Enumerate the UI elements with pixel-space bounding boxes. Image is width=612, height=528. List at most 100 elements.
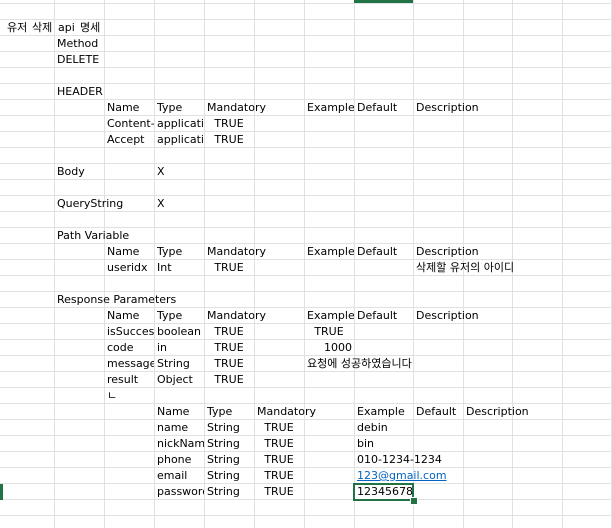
table-cell[interactable]: applicatio [157, 132, 204, 148]
method-value-cell[interactable]: DELETE [57, 52, 104, 68]
row-divider [0, 467, 612, 468]
fill-handle[interactable] [410, 497, 418, 505]
column-header-cell[interactable]: Default [357, 308, 407, 324]
column-header-cell[interactable]: Type [207, 404, 254, 420]
body-label-cell[interactable]: Body [57, 164, 104, 180]
table-cell[interactable]: TRUE [254, 420, 304, 436]
email-hyperlink[interactable]: 123@gmail.com [357, 468, 457, 484]
table-cell[interactable]: TRUE [254, 468, 304, 484]
table-cell[interactable]: 요청에 성공하였습니다 [307, 356, 457, 372]
column-header-cell[interactable]: Name [157, 404, 204, 420]
table-cell[interactable]: Content-( [107, 116, 154, 132]
row-divider [0, 483, 612, 484]
table-cell[interactable]: TRUE [204, 356, 254, 372]
column-header-cell[interactable]: Mandatory [257, 404, 317, 420]
table-cell[interactable]: name [157, 420, 204, 436]
column-header-cell[interactable]: Default [357, 100, 407, 116]
table-cell[interactable]: 010-1234-1234 [357, 452, 457, 468]
column-header-cell[interactable]: Description [416, 100, 496, 116]
row-divider [0, 499, 612, 500]
table-cell[interactable]: TRUE [204, 132, 254, 148]
column-divider [154, 0, 155, 528]
table-cell[interactable]: Accept [107, 132, 154, 148]
column-header-cell[interactable]: Default [357, 244, 407, 260]
body-value-cell[interactable]: X [157, 164, 204, 180]
table-cell[interactable]: bin [357, 436, 413, 452]
column-header-cell[interactable]: Example [357, 404, 407, 420]
table-cell[interactable]: 삭제할 유저의 아이디 [416, 260, 566, 276]
column-header-cell[interactable]: Type [157, 244, 204, 260]
column-header-cell[interactable]: Description [416, 308, 496, 324]
table-cell[interactable]: TRUE [254, 452, 304, 468]
table-cell[interactable]: String [157, 356, 204, 372]
active-column-indicator [354, 0, 413, 3]
method-label-cell[interactable]: Method [57, 36, 104, 52]
column-header-cell[interactable]: Mandatory [207, 308, 267, 324]
table-cell[interactable]: String [207, 436, 254, 452]
column-header-cell[interactable]: Example [307, 100, 354, 116]
table-cell[interactable]: TRUE [204, 372, 254, 388]
column-header-cell[interactable]: Name [107, 100, 154, 116]
column-header-cell[interactable]: Type [157, 100, 204, 116]
querystring-value-cell[interactable]: X [157, 196, 204, 212]
path-variable-label[interactable]: Path Variable [57, 228, 152, 244]
table-cell[interactable]: String [207, 452, 254, 468]
column-header-cell[interactable]: Description [466, 404, 546, 420]
table-cell[interactable]: passworc [157, 484, 204, 500]
table-cell[interactable]: useridx [107, 260, 154, 276]
column-header-cell[interactable]: Mandatory [207, 100, 267, 116]
table-cell[interactable]: TRUE [204, 324, 254, 340]
table-cell[interactable]: result [107, 372, 154, 388]
table-cell[interactable]: TRUE [254, 436, 304, 452]
title-cell[interactable]: 명세 [80, 20, 104, 36]
sub-item-marker[interactable]: ㄴ [107, 388, 127, 404]
title-cell[interactable]: 유저 [7, 20, 33, 36]
column-header-cell[interactable]: Type [157, 308, 204, 324]
column-header-cell[interactable]: Example [307, 244, 354, 260]
table-cell[interactable]: boolean [157, 324, 204, 340]
column-header-cell[interactable]: Name [107, 308, 154, 324]
column-divider [354, 0, 355, 528]
title-cell[interactable]: 삭제 [32, 20, 58, 36]
column-header-cell[interactable]: Default [416, 404, 463, 420]
row-divider [0, 515, 612, 516]
column-header-cell[interactable]: Example [307, 308, 354, 324]
active-row-indicator [0, 484, 3, 500]
table-cell[interactable]: TRUE [204, 260, 254, 276]
row-divider [0, 131, 612, 132]
table-cell[interactable]: email [157, 468, 204, 484]
table-cell[interactable]: debin [357, 420, 413, 436]
table-cell[interactable]: Int [157, 260, 204, 276]
table-cell[interactable]: nickName [157, 436, 204, 452]
table-cell[interactable]: TRUE [204, 340, 254, 356]
column-divider [54, 0, 55, 528]
row-divider [0, 451, 612, 452]
table-cell[interactable]: TRUE [254, 484, 304, 500]
table-cell[interactable]: TRUE [204, 116, 254, 132]
column-header-cell[interactable]: Name [107, 244, 154, 260]
table-cell[interactable]: String [207, 420, 254, 436]
row-divider [0, 147, 612, 148]
table-cell[interactable]: String [207, 484, 254, 500]
table-cell[interactable]: Object [157, 372, 204, 388]
row-divider [0, 115, 612, 116]
table-cell[interactable]: isSuccess [107, 324, 154, 340]
column-header-cell[interactable]: Description [416, 244, 496, 260]
cell-selection-border [353, 483, 414, 501]
header-section-label[interactable]: HEADER [57, 84, 104, 100]
table-cell[interactable]: message [107, 356, 154, 372]
column-divider [304, 0, 305, 528]
column-header-cell[interactable]: Mandatory [207, 244, 267, 260]
table-cell[interactable]: TRUE [304, 324, 354, 340]
table-cell[interactable]: phone [157, 452, 204, 468]
table-cell[interactable]: 1000 [304, 340, 352, 356]
response-section-label[interactable]: Response Parameters [57, 292, 207, 308]
table-cell[interactable]: code [107, 340, 154, 356]
table-cell[interactable]: applicatio [157, 116, 204, 132]
title-cell[interactable]: api [58, 20, 80, 36]
row-divider [0, 371, 612, 372]
column-divider [104, 0, 105, 528]
table-cell[interactable]: String [207, 468, 254, 484]
querystring-label-cell[interactable]: QueryString [57, 196, 152, 212]
table-cell[interactable]: in [157, 340, 204, 356]
